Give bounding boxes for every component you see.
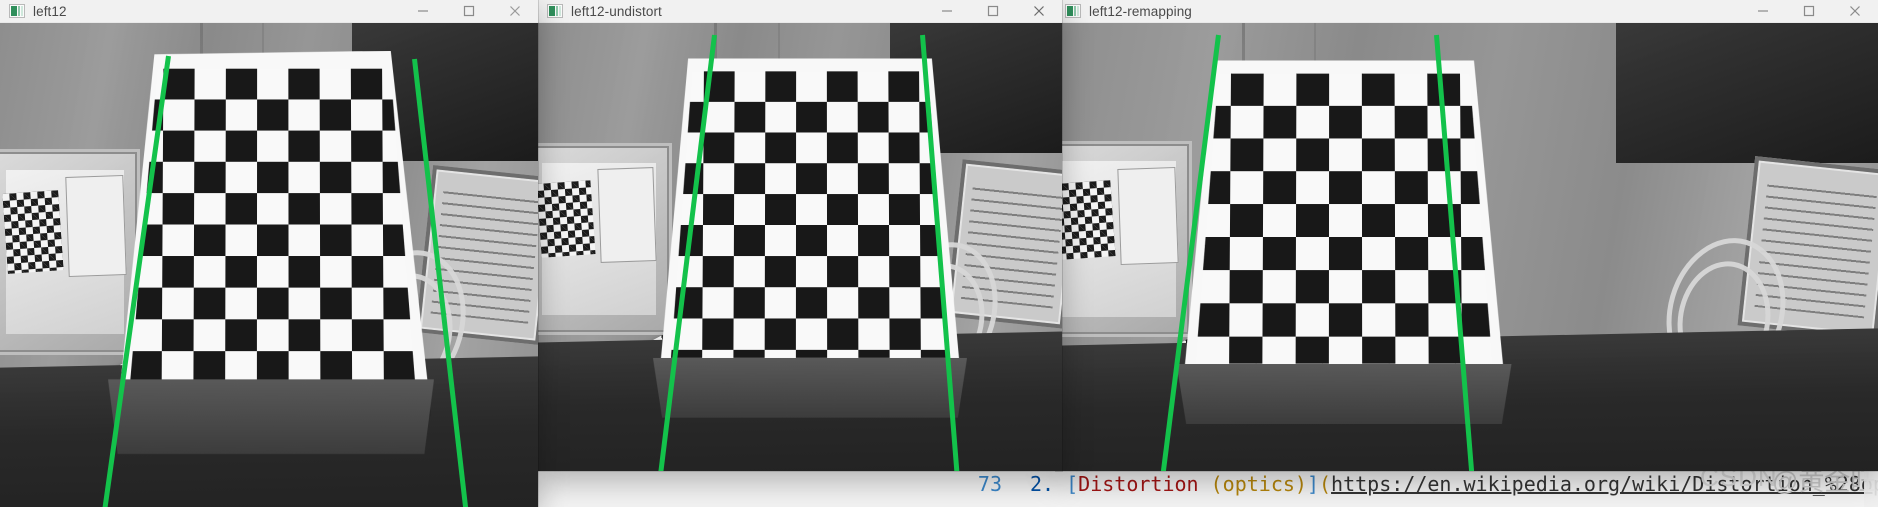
monitor xyxy=(1056,141,1192,337)
maximize-button[interactable] xyxy=(1786,0,1832,23)
code-token-bracket: ] xyxy=(1306,472,1319,496)
mini-checkerboard xyxy=(538,180,596,258)
code-token-link-label-paren: (optics) xyxy=(1210,472,1307,496)
titlebar[interactable]: left12-undistort xyxy=(538,0,1062,23)
code-token-listnum: 2. xyxy=(1030,472,1067,496)
image-canvas[interactable] xyxy=(538,23,1062,471)
maximize-icon xyxy=(987,5,999,17)
titlebar[interactable]: left12-remapping xyxy=(1056,0,1878,23)
board-checker-pattern xyxy=(671,71,949,358)
paper-note xyxy=(1117,167,1179,265)
window-left12[interactable]: left12 xyxy=(0,0,538,507)
window-title: left12-undistort xyxy=(571,3,662,19)
dark-box xyxy=(1616,23,1878,163)
minimize-button[interactable] xyxy=(924,0,970,23)
close-icon xyxy=(1850,6,1860,16)
close-icon xyxy=(1034,6,1044,16)
minimize-icon xyxy=(418,10,428,12)
close-button[interactable] xyxy=(492,0,538,23)
image-window-icon xyxy=(547,4,563,18)
minimize-button[interactable] xyxy=(400,0,446,23)
minimize-icon xyxy=(1758,10,1768,12)
close-button[interactable] xyxy=(1832,0,1878,23)
screen: V R n % = tutorial_py_calibration.html) … xyxy=(0,0,1878,507)
code-token-bracket: [ xyxy=(1066,472,1079,496)
maximize-button[interactable] xyxy=(446,0,492,23)
caption-buttons xyxy=(1740,0,1878,23)
window-left12-remapping[interactable]: left12-remapping xyxy=(1056,0,1878,471)
code-line-text: 2. [Distortion (optics)](https://en.wiki… xyxy=(1030,469,1878,499)
window-title: left12-remapping xyxy=(1089,3,1192,19)
code-token-paren: ( xyxy=(1319,472,1332,496)
maximize-button[interactable] xyxy=(970,0,1016,23)
window-title: left12 xyxy=(33,3,67,19)
minimize-button[interactable] xyxy=(1740,0,1786,23)
code-token-link-label: Distortion xyxy=(1078,472,1211,496)
monitor xyxy=(538,143,672,335)
minimize-icon xyxy=(942,10,952,12)
mini-checkerboard xyxy=(2,190,64,274)
caption-buttons xyxy=(924,0,1062,23)
maximize-icon xyxy=(463,5,475,17)
close-icon xyxy=(510,6,520,16)
maximize-icon xyxy=(1803,5,1815,17)
board-base xyxy=(101,379,442,453)
board-base xyxy=(649,358,971,418)
code-token-url[interactable]: https://en.wikipedia.org/wiki/Distortion… xyxy=(1331,472,1878,496)
close-button[interactable] xyxy=(1016,0,1062,23)
caption-buttons xyxy=(400,0,538,23)
calibration-board xyxy=(1183,61,1506,391)
window-left12-undistort[interactable]: left12-undistort xyxy=(538,0,1062,471)
image-canvas[interactable] xyxy=(0,23,538,507)
image-window-icon xyxy=(9,4,25,18)
titlebar[interactable]: left12 xyxy=(0,0,538,23)
paper-note xyxy=(597,167,657,263)
board-checker-pattern xyxy=(130,69,415,383)
image-window-icon xyxy=(1065,4,1081,18)
image-canvas[interactable] xyxy=(1056,23,1878,471)
mini-checkerboard xyxy=(1056,180,1116,260)
calibration-scene xyxy=(538,23,1062,471)
